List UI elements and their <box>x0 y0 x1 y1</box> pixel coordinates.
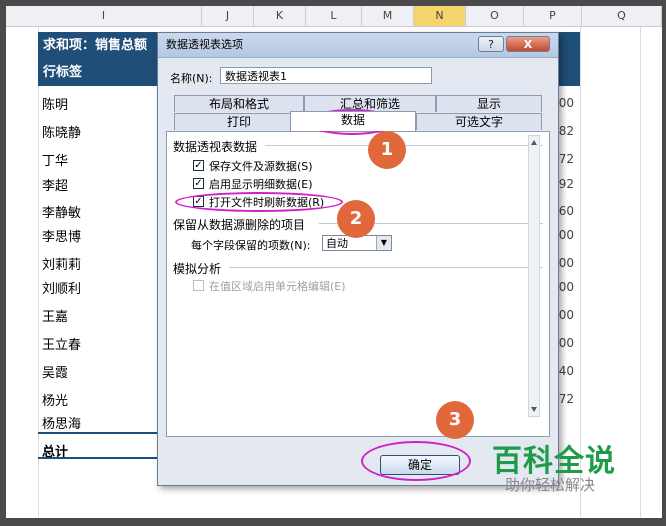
section-retain-items: 保留从数据源删除的项目 <box>173 218 306 232</box>
tab-print[interactable]: 打印 <box>174 113 304 130</box>
retain-count-value: 自动 <box>326 237 348 250</box>
grid-line <box>640 27 641 517</box>
pivot-row-label[interactable]: 李思博 <box>42 226 81 245</box>
highlight-refresh-option <box>175 192 343 212</box>
pivot-row-label[interactable]: 丁华 <box>42 150 68 169</box>
pivot-row-label[interactable]: 李超 <box>42 175 68 194</box>
section-whatif: 模拟分析 <box>173 262 222 276</box>
pivot-row-label[interactable]: 陈晓静 <box>42 122 81 141</box>
tab-data[interactable]: 数据 <box>290 111 416 131</box>
column-header-m[interactable]: M <box>362 6 414 26</box>
tab-layout-format[interactable]: 布局和格式 <box>174 95 304 112</box>
pivot-row-label[interactable]: 杨思海 <box>42 413 81 432</box>
grid-line <box>38 27 39 517</box>
pivot-row-label[interactable]: 王嘉 <box>42 306 68 325</box>
enable-detail-label[interactable]: 启用显示明细数据(E) <box>209 176 313 192</box>
column-header-bar: I J K L M N O P Q <box>6 6 662 27</box>
tab-alt-text[interactable]: 可选文字 <box>416 113 542 130</box>
whatif-checkbox[interactable] <box>193 280 204 291</box>
column-header-i[interactable]: I <box>6 6 202 26</box>
section-divider <box>229 267 543 268</box>
step-badge-2: 2 <box>337 200 375 238</box>
pivot-row-label[interactable]: 陈明 <box>42 94 68 113</box>
retain-count-label: 每个字段保留的项数(N): <box>191 239 311 252</box>
highlight-ok-button <box>361 441 471 481</box>
step-badge-3: 3 <box>436 401 474 439</box>
watermark-subtitle: 助你轻松解决 <box>505 476 596 494</box>
whatif-label[interactable]: 在值区域启用单元格编辑(E) <box>209 278 346 294</box>
pivot-row-label[interactable]: 吴霞 <box>42 362 68 381</box>
column-header-j[interactable]: J <box>202 6 254 26</box>
pivot-options-dialog: 数据透视表选项 ? X 名称(N): 数据透视表1 布局和格式 汇总和筛选 显示… <box>157 32 559 486</box>
tab-display[interactable]: 显示 <box>436 95 542 112</box>
save-source-label[interactable]: 保存文件及源数据(S) <box>209 158 313 174</box>
pivot-row-value[interactable]: 82 <box>559 124 574 138</box>
save-source-checkbox[interactable]: ✓ <box>193 160 204 171</box>
section-pivot-data: 数据透视表数据 <box>173 140 258 154</box>
pivot-row-label[interactable]: 刘莉莉 <box>42 254 81 273</box>
pivot-row-label-header[interactable]: 行标签 <box>38 60 158 86</box>
pivot-row-label[interactable]: 刘顺利 <box>42 278 81 297</box>
vertical-scrollbar[interactable] <box>527 134 541 418</box>
scrollbar-graphic <box>527 134 541 418</box>
pivot-row-label[interactable]: 李静敏 <box>42 202 81 221</box>
column-header-l[interactable]: L <box>306 6 362 26</box>
dropdown-arrow-icon[interactable]: ▼ <box>376 236 391 250</box>
column-header-n[interactable]: N <box>414 6 466 26</box>
dialog-title: 数据透视表选项 <box>166 38 243 51</box>
total-top-border <box>38 432 158 434</box>
total-bottom-border <box>38 457 158 459</box>
step-badge-1: 1 <box>368 131 406 169</box>
column-header-p[interactable]: P <box>524 6 582 26</box>
column-header-q[interactable]: Q <box>582 6 662 26</box>
enable-detail-checkbox[interactable]: ✓ <box>193 178 204 189</box>
dialog-title-bar[interactable]: 数据透视表选项 ? X <box>158 33 558 58</box>
name-input[interactable]: 数据透视表1 <box>220 67 432 84</box>
pivot-row-value[interactable]: 72 <box>559 152 574 166</box>
name-label: 名称(N): <box>170 72 213 85</box>
close-button[interactable]: X <box>506 36 550 52</box>
pivot-row-label[interactable]: 王立春 <box>42 334 81 353</box>
data-tab-panel: 数据透视表数据 ✓ 保存文件及源数据(S) ✓ 启用显示明细数据(E) ✓ 打开… <box>166 131 550 437</box>
help-button[interactable]: ? <box>478 36 504 52</box>
column-header-o[interactable]: O <box>466 6 524 26</box>
column-header-k[interactable]: K <box>254 6 306 26</box>
pivot-row-label[interactable]: 杨光 <box>42 390 68 409</box>
pivot-value-header[interactable]: 求和项：销售总额 <box>38 32 158 60</box>
